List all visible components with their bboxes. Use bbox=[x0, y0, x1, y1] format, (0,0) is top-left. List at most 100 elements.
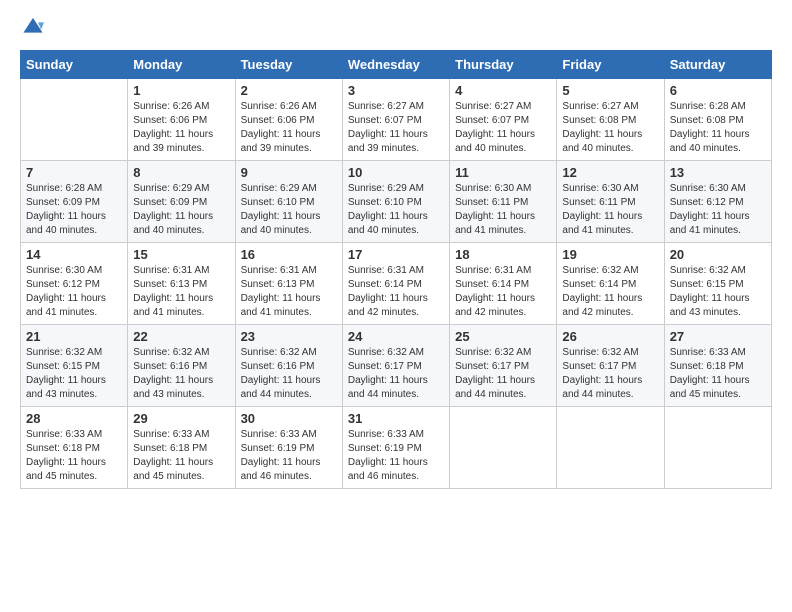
day-info: Sunrise: 6:27 AMSunset: 6:07 PMDaylight:… bbox=[455, 100, 551, 156]
day-header-thursday: Thursday bbox=[450, 51, 557, 79]
day-cell: 8 Sunrise: 6:29 AMSunset: 6:09 PMDaylight… bbox=[128, 161, 235, 243]
day-info: Sunrise: 6:26 AMSunset: 6:06 PMDaylight:… bbox=[241, 100, 337, 156]
week-row-3: 14 Sunrise: 6:30 AMSunset: 6:12 PMDayligh… bbox=[21, 243, 772, 325]
day-info: Sunrise: 6:32 AMSunset: 6:16 PMDaylight:… bbox=[241, 346, 337, 402]
day-info: Sunrise: 6:30 AMSunset: 6:12 PMDaylight:… bbox=[670, 182, 766, 238]
day-number: 4 bbox=[455, 83, 551, 98]
week-row-1: 1 Sunrise: 6:26 AMSunset: 6:06 PMDaylight… bbox=[21, 79, 772, 161]
day-cell: 17 Sunrise: 6:31 AMSunset: 6:14 PMDayligh… bbox=[342, 243, 449, 325]
day-cell: 19 Sunrise: 6:32 AMSunset: 6:14 PMDayligh… bbox=[557, 243, 664, 325]
day-info: Sunrise: 6:33 AMSunset: 6:19 PMDaylight:… bbox=[241, 428, 337, 484]
day-cell bbox=[21, 79, 128, 161]
day-header-wednesday: Wednesday bbox=[342, 51, 449, 79]
day-number: 29 bbox=[133, 411, 229, 426]
days-header-row: SundayMondayTuesdayWednesdayThursdayFrid… bbox=[21, 51, 772, 79]
header-row bbox=[20, 15, 772, 42]
day-number: 17 bbox=[348, 247, 444, 262]
day-info: Sunrise: 6:29 AMSunset: 6:10 PMDaylight:… bbox=[241, 182, 337, 238]
day-header-sunday: Sunday bbox=[21, 51, 128, 79]
day-cell: 26 Sunrise: 6:32 AMSunset: 6:17 PMDayligh… bbox=[557, 325, 664, 407]
day-number: 16 bbox=[241, 247, 337, 262]
day-cell: 20 Sunrise: 6:32 AMSunset: 6:15 PMDayligh… bbox=[664, 243, 771, 325]
day-cell: 7 Sunrise: 6:28 AMSunset: 6:09 PMDaylight… bbox=[21, 161, 128, 243]
day-cell: 31 Sunrise: 6:33 AMSunset: 6:19 PMDayligh… bbox=[342, 407, 449, 489]
calendar-container: SundayMondayTuesdayWednesdayThursdayFrid… bbox=[0, 0, 792, 504]
day-cell: 22Sunrise: 6:32 AMSunset: 6:16 PMDayligh… bbox=[128, 325, 235, 407]
day-info: Sunrise: 6:32 AMSunset: 6:17 PMDaylight:… bbox=[562, 346, 658, 402]
day-info: Sunrise: 6:30 AMSunset: 6:12 PMDaylight:… bbox=[26, 264, 122, 320]
day-info: Sunrise: 6:27 AMSunset: 6:07 PMDaylight:… bbox=[348, 100, 444, 156]
day-number: 20 bbox=[670, 247, 766, 262]
day-cell: 29Sunrise: 6:33 AMSunset: 6:18 PMDayligh… bbox=[128, 407, 235, 489]
day-number: 1 bbox=[133, 83, 229, 98]
day-number: 27 bbox=[670, 329, 766, 344]
week-row-2: 7 Sunrise: 6:28 AMSunset: 6:09 PMDaylight… bbox=[21, 161, 772, 243]
day-cell: 9 Sunrise: 6:29 AMSunset: 6:10 PMDaylight… bbox=[235, 161, 342, 243]
week-row-4: 21 Sunrise: 6:32 AMSunset: 6:15 PMDayligh… bbox=[21, 325, 772, 407]
day-info: Sunrise: 6:27 AMSunset: 6:08 PMDaylight:… bbox=[562, 100, 658, 156]
day-cell: 2 Sunrise: 6:26 AMSunset: 6:06 PMDaylight… bbox=[235, 79, 342, 161]
day-cell: 6 Sunrise: 6:28 AMSunset: 6:08 PMDaylight… bbox=[664, 79, 771, 161]
day-number: 9 bbox=[241, 165, 337, 180]
day-info: Sunrise: 6:32 AMSunset: 6:15 PMDaylight:… bbox=[670, 264, 766, 320]
day-number: 21 bbox=[26, 329, 122, 344]
calendar-table: SundayMondayTuesdayWednesdayThursdayFrid… bbox=[20, 50, 772, 489]
day-cell: 3 Sunrise: 6:27 AMSunset: 6:07 PMDaylight… bbox=[342, 79, 449, 161]
day-cell: 13Sunrise: 6:30 AMSunset: 6:12 PMDayligh… bbox=[664, 161, 771, 243]
day-number: 7 bbox=[26, 165, 122, 180]
day-cell: 1 Sunrise: 6:26 AMSunset: 6:06 PMDaylight… bbox=[128, 79, 235, 161]
day-number: 2 bbox=[241, 83, 337, 98]
day-header-saturday: Saturday bbox=[664, 51, 771, 79]
day-number: 6 bbox=[670, 83, 766, 98]
day-number: 3 bbox=[348, 83, 444, 98]
day-number: 14 bbox=[26, 247, 122, 262]
day-info: Sunrise: 6:26 AMSunset: 6:06 PMDaylight:… bbox=[133, 100, 229, 156]
day-info: Sunrise: 6:32 AMSunset: 6:14 PMDaylight:… bbox=[562, 264, 658, 320]
week-row-5: 28 Sunrise: 6:33 AMSunset: 6:18 PMDayligh… bbox=[21, 407, 772, 489]
day-number: 19 bbox=[562, 247, 658, 262]
logo bbox=[20, 15, 44, 42]
day-info: Sunrise: 6:33 AMSunset: 6:19 PMDaylight:… bbox=[348, 428, 444, 484]
day-cell bbox=[557, 407, 664, 489]
day-info: Sunrise: 6:31 AMSunset: 6:14 PMDaylight:… bbox=[348, 264, 444, 320]
logo-icon bbox=[22, 15, 44, 37]
day-info: Sunrise: 6:29 AMSunset: 6:09 PMDaylight:… bbox=[133, 182, 229, 238]
day-cell: 11Sunrise: 6:30 AMSunset: 6:11 PMDayligh… bbox=[450, 161, 557, 243]
day-cell: 14 Sunrise: 6:30 AMSunset: 6:12 PMDayligh… bbox=[21, 243, 128, 325]
day-number: 28 bbox=[26, 411, 122, 426]
day-cell: 28 Sunrise: 6:33 AMSunset: 6:18 PMDayligh… bbox=[21, 407, 128, 489]
day-info: Sunrise: 6:31 AMSunset: 6:14 PMDaylight:… bbox=[455, 264, 551, 320]
day-cell: 25 Sunrise: 6:32 AMSunset: 6:17 PMDayligh… bbox=[450, 325, 557, 407]
day-info: Sunrise: 6:33 AMSunset: 6:18 PMDaylight:… bbox=[26, 428, 122, 484]
day-number: 8 bbox=[133, 165, 229, 180]
day-number: 15 bbox=[133, 247, 229, 262]
day-cell: 21 Sunrise: 6:32 AMSunset: 6:15 PMDayligh… bbox=[21, 325, 128, 407]
day-info: Sunrise: 6:32 AMSunset: 6:17 PMDaylight:… bbox=[455, 346, 551, 402]
day-number: 10 bbox=[348, 165, 444, 180]
day-info: Sunrise: 6:28 AMSunset: 6:08 PMDaylight:… bbox=[670, 100, 766, 156]
day-number: 25 bbox=[455, 329, 551, 344]
day-number: 12 bbox=[562, 165, 658, 180]
day-cell: 10Sunrise: 6:29 AMSunset: 6:10 PMDayligh… bbox=[342, 161, 449, 243]
day-number: 11 bbox=[455, 165, 551, 180]
day-number: 30 bbox=[241, 411, 337, 426]
day-info: Sunrise: 6:32 AMSunset: 6:15 PMDaylight:… bbox=[26, 346, 122, 402]
day-number: 5 bbox=[562, 83, 658, 98]
day-number: 31 bbox=[348, 411, 444, 426]
day-cell: 18Sunrise: 6:31 AMSunset: 6:14 PMDayligh… bbox=[450, 243, 557, 325]
day-number: 26 bbox=[562, 329, 658, 344]
day-cell bbox=[450, 407, 557, 489]
day-number: 22 bbox=[133, 329, 229, 344]
day-cell: 15 Sunrise: 6:31 AMSunset: 6:13 PMDayligh… bbox=[128, 243, 235, 325]
day-header-tuesday: Tuesday bbox=[235, 51, 342, 79]
day-info: Sunrise: 6:31 AMSunset: 6:13 PMDaylight:… bbox=[241, 264, 337, 320]
day-cell: 24Sunrise: 6:32 AMSunset: 6:17 PMDayligh… bbox=[342, 325, 449, 407]
day-cell: 4 Sunrise: 6:27 AMSunset: 6:07 PMDaylight… bbox=[450, 79, 557, 161]
day-cell: 5 Sunrise: 6:27 AMSunset: 6:08 PMDaylight… bbox=[557, 79, 664, 161]
day-info: Sunrise: 6:31 AMSunset: 6:13 PMDaylight:… bbox=[133, 264, 229, 320]
day-info: Sunrise: 6:28 AMSunset: 6:09 PMDaylight:… bbox=[26, 182, 122, 238]
day-cell: 27Sunrise: 6:33 AMSunset: 6:18 PMDayligh… bbox=[664, 325, 771, 407]
day-cell bbox=[664, 407, 771, 489]
day-cell: 30 Sunrise: 6:33 AMSunset: 6:19 PMDayligh… bbox=[235, 407, 342, 489]
day-info: Sunrise: 6:30 AMSunset: 6:11 PMDaylight:… bbox=[562, 182, 658, 238]
